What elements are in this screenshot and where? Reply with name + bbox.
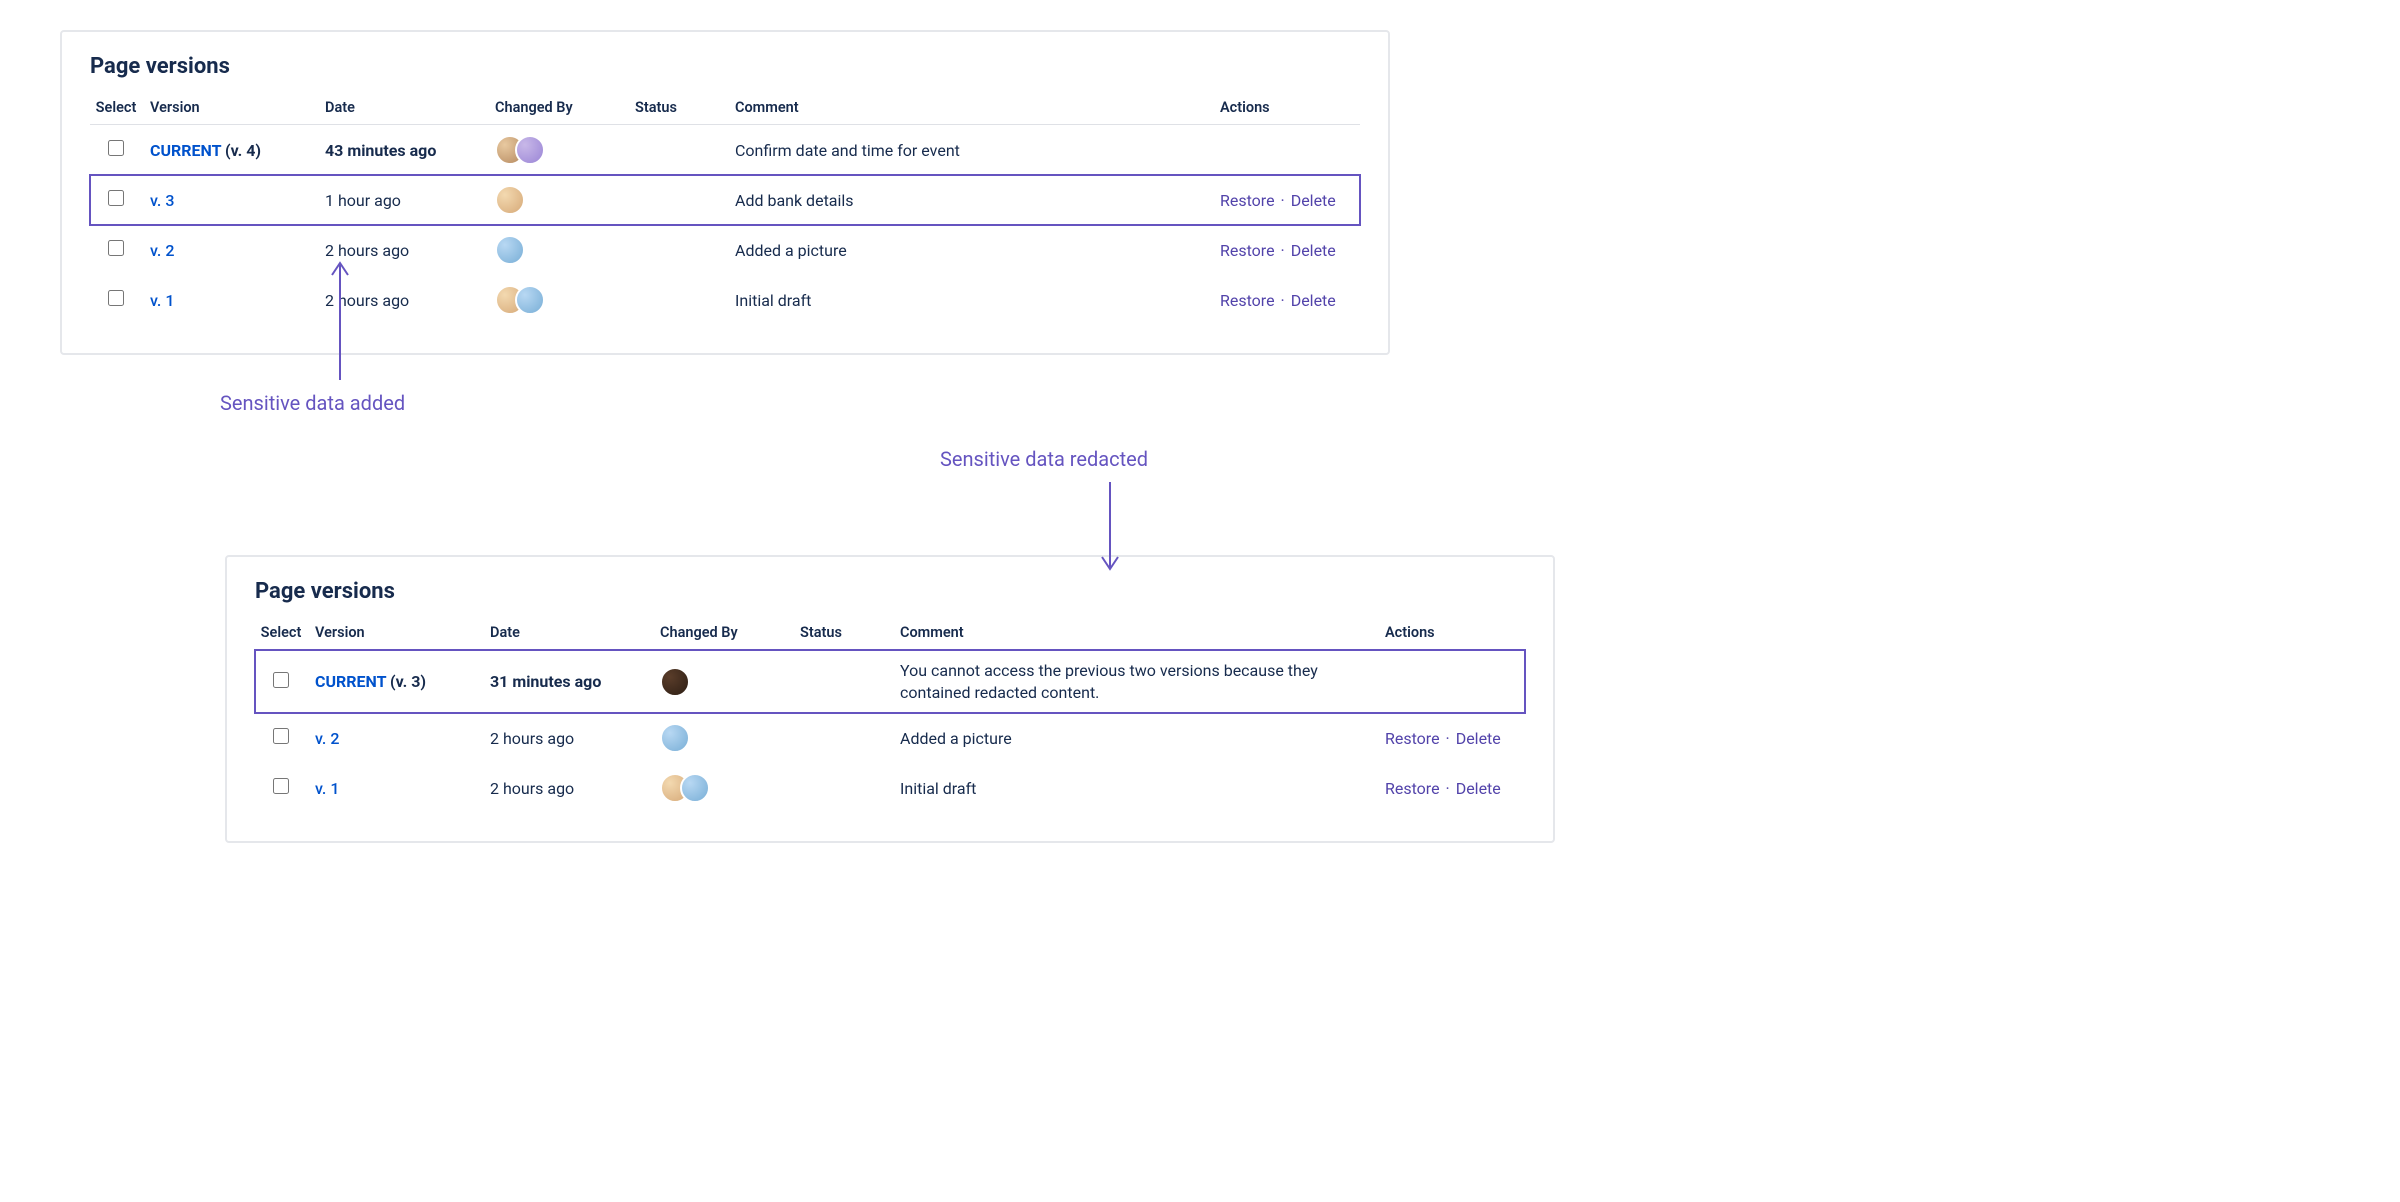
date-cell: 31 minutes ago <box>490 650 660 714</box>
status-cell <box>635 125 735 176</box>
arrow-down-icon <box>940 477 1240 577</box>
changedby-avatars <box>660 667 792 697</box>
col-header-select: Select <box>90 93 150 125</box>
panel-title: Page versions <box>255 579 1525 604</box>
col-header-actions: Actions <box>1385 618 1525 650</box>
date-cell: 1 hour ago <box>325 175 495 225</box>
date-cell: 2 hours ago <box>490 763 660 813</box>
version-current-label[interactable]: CURRENT <box>315 672 386 691</box>
col-header-status: Status <box>635 93 735 125</box>
col-header-select: Select <box>255 618 315 650</box>
annotation-sensitive-redacted: Sensitive data redacted <box>940 447 1240 581</box>
status-cell <box>635 175 735 225</box>
comment-cell: Initial draft <box>900 763 1385 813</box>
action-separator: · <box>1279 191 1287 210</box>
date-cell: 43 minutes ago <box>325 125 495 176</box>
version-link[interactable]: v. 3 <box>150 191 174 210</box>
col-header-date: Date <box>325 93 495 125</box>
select-checkbox[interactable] <box>273 728 289 744</box>
col-header-actions: Actions <box>1220 93 1360 125</box>
changedby-avatars <box>495 135 627 165</box>
col-header-comment: Comment <box>735 93 1220 125</box>
status-cell <box>635 225 735 275</box>
restore-link[interactable]: Restore <box>1220 291 1275 310</box>
restore-link[interactable]: Restore <box>1220 191 1275 210</box>
select-checkbox[interactable] <box>108 140 124 156</box>
action-separator: · <box>1444 779 1452 798</box>
col-header-version: Version <box>150 93 325 125</box>
action-separator: · <box>1279 241 1287 260</box>
changedby-avatars <box>660 773 792 803</box>
actions-cell <box>1220 125 1360 176</box>
versions-table: Select Version Date Changed By Status Co… <box>255 618 1525 813</box>
col-header-changedby: Changed By <box>660 618 800 650</box>
select-checkbox[interactable] <box>108 240 124 256</box>
action-separator: · <box>1279 291 1287 310</box>
version-link[interactable]: v. 2 <box>315 729 339 748</box>
comment-cell: Added a picture <box>735 225 1220 275</box>
actions-cell <box>1385 650 1525 714</box>
changedby-avatars <box>495 235 627 265</box>
select-checkbox[interactable] <box>273 672 289 688</box>
delete-link[interactable]: Delete <box>1291 241 1336 260</box>
panel-title: Page versions <box>90 54 1360 79</box>
avatar <box>495 235 525 265</box>
version-link[interactable]: v. 2 <box>150 241 174 260</box>
table-row-highlighted: v. 3 1 hour ago Add bank details Restore… <box>90 175 1360 225</box>
avatar <box>495 185 525 215</box>
col-header-changedby: Changed By <box>495 93 635 125</box>
delete-link[interactable]: Delete <box>1456 729 1501 748</box>
comment-cell: Added a picture <box>900 713 1385 763</box>
delete-link[interactable]: Delete <box>1456 779 1501 798</box>
annotation-sensitive-added: Sensitive data added <box>220 255 460 415</box>
avatar <box>660 723 690 753</box>
version-link[interactable]: v. 1 <box>150 291 174 310</box>
annotation-label: Sensitive data added <box>220 391 460 415</box>
version-link[interactable]: v. 1 <box>315 779 339 798</box>
date-cell: 2 hours ago <box>490 713 660 763</box>
table-row-highlighted: CURRENT (v. 3) 31 minutes ago You cannot… <box>255 650 1525 714</box>
table-row: v. 2 2 hours ago Added a picture Restore… <box>255 713 1525 763</box>
page-versions-panel-after: Page versions Select Version Date Change… <box>225 555 1555 843</box>
restore-link[interactable]: Restore <box>1385 729 1440 748</box>
avatar <box>680 773 710 803</box>
table-row: CURRENT (v. 4) 43 minutes ago Confirm da… <box>90 125 1360 176</box>
delete-link[interactable]: Delete <box>1291 291 1336 310</box>
table-row: v. 1 2 hours ago Initial draft Restore ·… <box>255 763 1525 813</box>
version-current-label[interactable]: CURRENT <box>150 141 221 160</box>
col-header-status: Status <box>800 618 900 650</box>
restore-link[interactable]: Restore <box>1220 241 1275 260</box>
col-header-date: Date <box>490 618 660 650</box>
comment-cell: Confirm date and time for event <box>735 125 1220 176</box>
changedby-avatars <box>660 723 792 753</box>
avatar <box>660 667 690 697</box>
select-checkbox[interactable] <box>273 778 289 794</box>
version-current-sub: (v. 4) <box>221 141 261 160</box>
version-current-sub: (v. 3) <box>386 672 426 691</box>
arrow-up-icon <box>320 255 360 385</box>
status-cell <box>800 713 900 763</box>
delete-link[interactable]: Delete <box>1291 191 1336 210</box>
comment-cell: You cannot access the previous two versi… <box>900 650 1385 714</box>
status-cell <box>800 650 900 714</box>
changedby-avatars <box>495 185 627 215</box>
comment-cell: Initial draft <box>735 275 1220 325</box>
restore-link[interactable]: Restore <box>1385 779 1440 798</box>
col-header-version: Version <box>315 618 490 650</box>
status-cell <box>800 763 900 813</box>
annotation-label: Sensitive data redacted <box>940 447 1240 471</box>
comment-cell: Add bank details <box>735 175 1220 225</box>
select-checkbox[interactable] <box>108 190 124 206</box>
avatar <box>515 135 545 165</box>
avatar <box>515 285 545 315</box>
action-separator: · <box>1444 729 1452 748</box>
status-cell <box>635 275 735 325</box>
col-header-comment: Comment <box>900 618 1385 650</box>
select-checkbox[interactable] <box>108 290 124 306</box>
changedby-avatars <box>495 285 627 315</box>
